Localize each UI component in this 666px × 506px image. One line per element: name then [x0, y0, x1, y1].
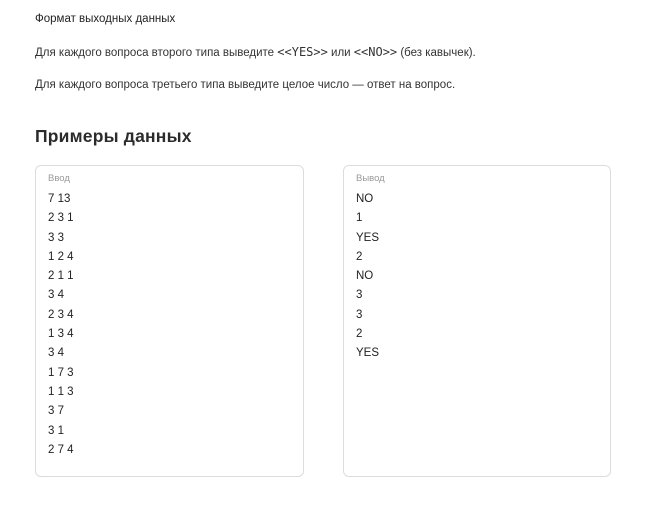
input-line: 1 1 3: [48, 385, 74, 398]
input-line: 1 7 3: [48, 366, 74, 379]
output-line: 2: [356, 328, 363, 341]
input-line: 1 3 4: [48, 328, 74, 341]
output-line: 2: [356, 250, 363, 263]
output-line: 3: [356, 308, 363, 321]
line1-suffix: (без кавычек).: [397, 47, 476, 59]
output-lines: NO 1 YES 2 NO 3 3 2 YES: [356, 190, 379, 364]
input-example-box[interactable]: Ввод 7 13 2 3 1 3 3 1 2 4 2 1 1 3 4 2 3 4 1 3 4…: [35, 165, 304, 477]
output-format-line-yes-no: Для каждого вопроса второго типа выведит…: [35, 45, 476, 59]
line1-middle: или: [327, 47, 354, 59]
input-line: 2 1 1: [48, 270, 74, 283]
input-line: 2 3 1: [48, 212, 74, 225]
output-line: 3: [356, 289, 363, 302]
input-line: 3 4: [48, 289, 64, 302]
yes-literal: <<YES>>: [277, 45, 328, 59]
output-line: YES: [356, 347, 380, 360]
output-line: 1: [356, 212, 363, 225]
input-label: Ввод: [48, 173, 70, 184]
input-line: 3 7: [48, 405, 64, 418]
input-line: 7 13: [48, 193, 71, 205]
output-format-title: Формат выходных данных: [35, 13, 176, 25]
output-line: YES: [356, 231, 380, 244]
input-lines: 7 13 2 3 1 3 3 1 2 4 2 1 1 3 4 2 3 4 1 3 4 3 4 1 …: [48, 190, 74, 460]
line1-prefix: Для каждого вопроса второго типа выведит…: [35, 47, 278, 59]
input-line: 3 4: [48, 347, 64, 360]
output-format-line-number: Для каждого вопроса третьего типа выведи…: [35, 79, 456, 91]
input-line: 3 1: [48, 424, 64, 437]
output-example-box[interactable]: Вывод NO 1 YES 2 NO 3 3 2 YES: [343, 165, 611, 477]
output-label: Вывод: [356, 173, 385, 184]
output-line: NO: [356, 270, 374, 283]
no-literal: <<NO>>: [353, 45, 398, 59]
input-line: 1 2 4: [48, 250, 74, 263]
input-line: 2 3 4: [48, 308, 74, 321]
output-line: NO: [356, 193, 374, 205]
examples-title: Примеры данных: [35, 126, 192, 146]
input-line: 3 3: [48, 231, 64, 244]
input-line: 2 7 4: [48, 443, 74, 456]
